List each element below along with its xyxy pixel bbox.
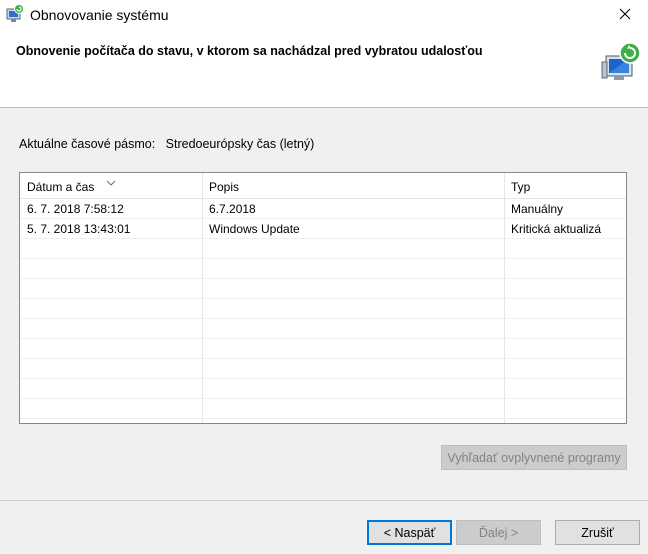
- back-button[interactable]: < Naspäť: [367, 520, 452, 545]
- title-bar: Obnovovanie systému: [0, 0, 648, 30]
- timezone-info: Aktuálne časové pásmo: Stredoeurópsky ča…: [19, 137, 314, 151]
- timezone-value: Stredoeurópsky čas (letný): [165, 137, 315, 151]
- system-restore-icon: [6, 4, 24, 24]
- timezone-label: Aktuálne časové pásmo:: [19, 137, 156, 151]
- empty-row: [20, 259, 626, 279]
- next-button[interactable]: Ďalej >: [456, 520, 541, 545]
- table-row[interactable]: 6. 7. 2018 7:58:12 6.7.2018 Manuálny: [20, 199, 626, 219]
- window-title: Obnovovanie systému: [30, 7, 169, 23]
- row-type: Kritická aktualizá: [511, 222, 602, 236]
- column-header-type[interactable]: Typ: [504, 173, 626, 198]
- empty-row: [20, 339, 626, 359]
- footer-divider: [0, 500, 648, 501]
- empty-row: [20, 299, 626, 319]
- empty-row: [20, 359, 626, 379]
- table-row[interactable]: 5. 7. 2018 13:43:01 Windows Update Kriti…: [20, 219, 626, 239]
- empty-row: [20, 239, 626, 259]
- close-button[interactable]: [602, 0, 648, 30]
- system-restore-large-icon: [600, 40, 644, 84]
- scan-affected-programs-button[interactable]: Vyhľadať ovplyvnené programy: [441, 445, 627, 470]
- empty-row: [20, 399, 626, 419]
- row-description: 6.7.2018: [209, 202, 256, 216]
- row-type: Manuálny: [511, 202, 564, 216]
- list-header: Dátum a čas Popis Typ: [20, 173, 626, 199]
- sort-arrow-icon: [106, 175, 116, 189]
- empty-row: [20, 279, 626, 299]
- cancel-button[interactable]: Zrušiť: [555, 520, 640, 545]
- header-panel: Obnovenie počítača do stavu, v ktorom sa…: [0, 30, 648, 108]
- column-header-description[interactable]: Popis: [202, 173, 504, 198]
- page-title: Obnovenie počítača do stavu, v ktorom sa…: [16, 44, 483, 58]
- empty-row: [20, 319, 626, 339]
- row-date: 6. 7. 2018 7:58:12: [27, 202, 124, 216]
- restore-points-list[interactable]: Dátum a čas Popis Typ 6. 7. 2018 7:58:12…: [19, 172, 627, 424]
- empty-row: [20, 379, 626, 399]
- row-description: Windows Update: [209, 222, 300, 236]
- close-icon: [619, 8, 631, 23]
- row-date: 5. 7. 2018 13:43:01: [27, 222, 131, 236]
